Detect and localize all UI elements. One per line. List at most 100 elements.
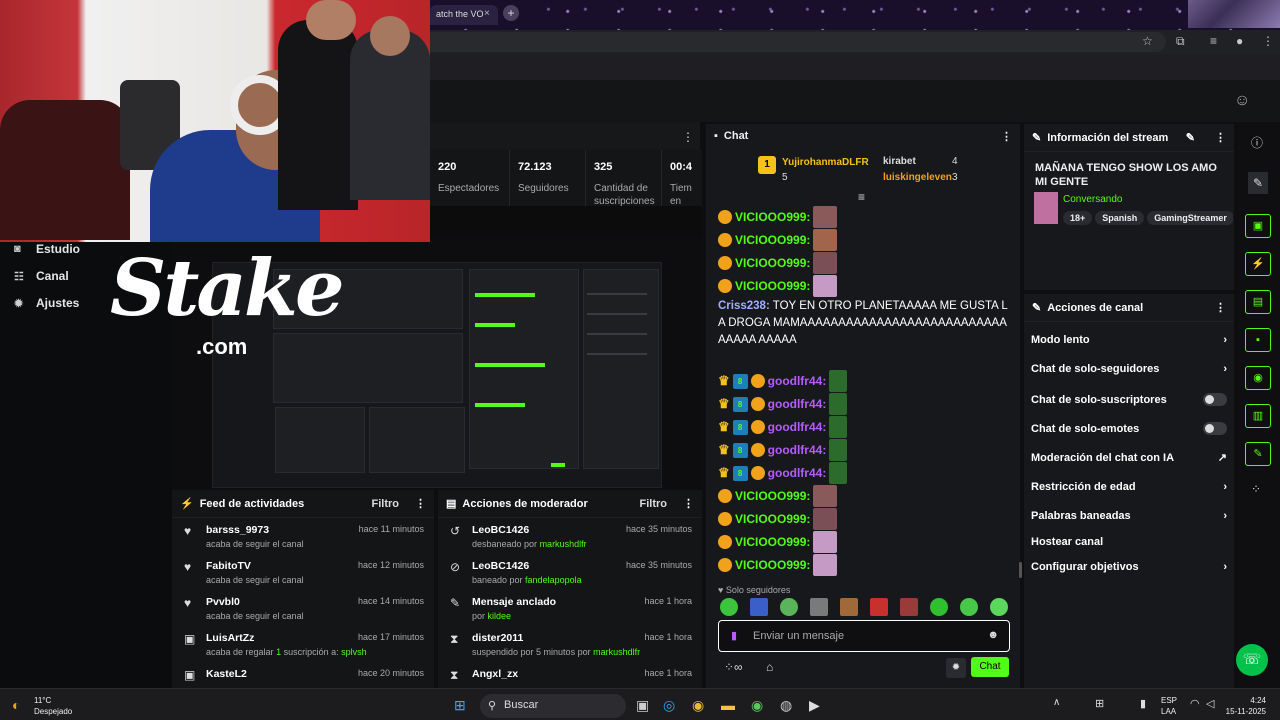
chat-scrollbar[interactable] bbox=[1019, 562, 1022, 578]
gift-target[interactable]: splvsh bbox=[341, 647, 367, 657]
category-thumbnail[interactable] bbox=[1034, 192, 1058, 224]
app-icon[interactable]: ◍ bbox=[780, 697, 792, 714]
kick-points-icon[interactable]: ⁘∞ bbox=[724, 660, 743, 674]
emote-icon[interactable] bbox=[720, 598, 738, 616]
action-banned-words[interactable]: Palabras baneadas › bbox=[1031, 510, 1227, 522]
action-host-channel[interactable]: Hostear canal bbox=[1031, 536, 1227, 548]
avatar[interactable]: ☺ bbox=[1234, 92, 1250, 110]
chat-message[interactable]: VICIOOO999: bbox=[718, 252, 838, 274]
chat-user[interactable]: goodlfr44: bbox=[768, 466, 827, 480]
list-item[interactable]: ♥ FabitoTV acaba de seguir el canal hace 12… bbox=[172, 554, 434, 590]
chat-message[interactable]: Criss238: TOY EN OTRO PLANETAAAAA ME GUS… bbox=[718, 298, 1010, 349]
chat-user[interactable]: VICIOOO999: bbox=[735, 558, 810, 572]
mic-icon[interactable]: ▮ bbox=[1140, 697, 1146, 710]
tag[interactable]: GamingStreamer bbox=[1147, 211, 1233, 225]
moderator-name[interactable]: markushdlfr bbox=[540, 539, 587, 549]
list-item[interactable]: ▣ KasteL2 hace 20 minutos bbox=[172, 662, 434, 682]
toggle-switch[interactable] bbox=[1203, 393, 1227, 406]
wrench-icon[interactable]: ✎ bbox=[1245, 442, 1271, 466]
action-goals[interactable]: Configurar objetivos › bbox=[1031, 561, 1227, 573]
taskbar-search[interactable]: ⚲ Buscar bbox=[480, 694, 626, 718]
filter-button[interactable]: Filtro bbox=[372, 498, 400, 510]
task-view-icon[interactable]: ▣ bbox=[636, 697, 649, 714]
close-tab-icon[interactable]: × bbox=[484, 8, 490, 19]
wifi-icon[interactable]: ◠ bbox=[1190, 697, 1200, 710]
document-icon[interactable]: ▤ bbox=[1245, 290, 1271, 314]
settings-gear-icon[interactable]: ✹ bbox=[946, 658, 966, 678]
leader-name[interactable]: kirabet bbox=[883, 156, 916, 167]
bookmark-star-icon[interactable]: ☆ bbox=[1142, 34, 1153, 48]
nav-settings[interactable]: ✹ Ajustes bbox=[14, 296, 79, 310]
leader-name[interactable]: luiskingeleven bbox=[883, 172, 952, 183]
list-item[interactable]: ⧗ dister2011 suspendido por 5 minutos por … bbox=[438, 626, 702, 662]
emote-icon[interactable] bbox=[810, 598, 828, 616]
language-indicator[interactable]: ESP LAA bbox=[1161, 695, 1177, 717]
action-emotes-only[interactable]: Chat de solo-emotes bbox=[1031, 422, 1227, 435]
weather-widget[interactable]: 11°C Despejado bbox=[34, 695, 72, 717]
list-item[interactable]: ⊘ LeoBC1426 baneado por fandelapopola hace … bbox=[438, 554, 702, 590]
chat-input[interactable]: ▮ Enviar un mensaje ☻ bbox=[718, 620, 1010, 652]
chat-user[interactable]: VICIOOO999: bbox=[735, 535, 810, 549]
filter-button[interactable]: Filtro bbox=[640, 498, 668, 510]
emote-icon[interactable] bbox=[900, 598, 918, 616]
bolt-icon[interactable]: ⚡ bbox=[1245, 252, 1271, 276]
emoji-icon[interactable]: ☻ bbox=[987, 629, 999, 641]
emote-icon[interactable] bbox=[930, 598, 948, 616]
kebab-icon[interactable]: ⋮ bbox=[415, 497, 426, 510]
action-followers-only[interactable]: Chat de solo-seguidores › bbox=[1031, 363, 1227, 375]
chat-message[interactable]: VICIOOO999: bbox=[718, 206, 838, 228]
chat-user[interactable]: VICIOOO999: bbox=[735, 210, 810, 224]
chat-message[interactable]: VICIOOO999: bbox=[718, 275, 838, 297]
volume-icon[interactable]: ◁ bbox=[1206, 697, 1214, 710]
nav-studio[interactable]: ◙ Estudio bbox=[14, 242, 80, 256]
chat-user[interactable]: VICIOOO999: bbox=[735, 279, 810, 293]
toggle-switch[interactable] bbox=[1203, 422, 1227, 435]
moderator-name[interactable]: kildee bbox=[488, 611, 512, 621]
emote-icon[interactable] bbox=[960, 598, 978, 616]
profile-icon[interactable]: ● bbox=[1236, 34, 1243, 48]
chat-message[interactable]: VICIOOO999: bbox=[718, 554, 838, 576]
emote-icon[interactable] bbox=[840, 598, 858, 616]
url-field[interactable] bbox=[430, 32, 1166, 52]
stats-menu-icon[interactable]: ⋮ bbox=[682, 130, 694, 144]
folder-icon[interactable]: ▬ bbox=[721, 697, 735, 713]
tag[interactable]: 18+ bbox=[1063, 211, 1093, 225]
category-name[interactable]: Conversando bbox=[1063, 194, 1122, 205]
store-icon[interactable]: ⌂ bbox=[766, 660, 773, 674]
kebab-icon[interactable]: ⋮ bbox=[1001, 130, 1012, 143]
moderator-name[interactable]: markushdlfr bbox=[593, 647, 640, 657]
chat-message[interactable]: VICIOOO999: bbox=[718, 531, 838, 553]
leader-name[interactable]: YujirohanmaDLFR bbox=[782, 157, 869, 168]
chat-message[interactable]: ♛ 8 goodlfr44: bbox=[718, 462, 848, 484]
broadcast-icon[interactable]: ◉ bbox=[1245, 366, 1271, 390]
help-button[interactable]: ☏ bbox=[1236, 644, 1268, 676]
chrome-active-icon[interactable]: ◉ bbox=[751, 697, 763, 714]
chat-message[interactable]: VICIOOO999: bbox=[718, 485, 838, 507]
new-tab-button[interactable]: + bbox=[503, 5, 519, 21]
list-item[interactable]: ▣ LuisArtZz acaba de regalar 1 suscripción… bbox=[172, 626, 434, 662]
chat-user[interactable]: VICIOOO999: bbox=[735, 233, 810, 247]
edit-icon[interactable]: ✎ bbox=[1248, 172, 1268, 194]
chat-message[interactable]: ♛ 8 goodlfr44: bbox=[718, 370, 848, 392]
mic-icon[interactable]: ▮ bbox=[731, 629, 737, 642]
clock[interactable]: 4:24 15-11-2025 bbox=[1224, 695, 1266, 717]
emote-icon[interactable] bbox=[780, 598, 798, 616]
chat-user[interactable]: VICIOOO999: bbox=[735, 256, 810, 270]
edit-icon[interactable]: ✎ bbox=[1186, 131, 1195, 144]
chat-message[interactable]: ♛ 8 goodlfr44: bbox=[718, 416, 848, 438]
chat-user[interactable]: goodlfr44: bbox=[768, 420, 827, 434]
action-slow-mode[interactable]: Modo lento › bbox=[1031, 334, 1227, 346]
action-age-restriction[interactable]: Restricción de edad › bbox=[1031, 481, 1227, 493]
collapse-icon[interactable]: ≡ bbox=[858, 190, 865, 204]
action-ai-moderation[interactable]: Moderación del chat con IA ↗ bbox=[1031, 451, 1227, 465]
list-item[interactable]: ✎ Mensaje anclado por kildee hace 1 hora bbox=[438, 590, 702, 626]
moderator-name[interactable]: fandelapopola bbox=[525, 575, 582, 585]
emote-icon[interactable] bbox=[750, 598, 768, 616]
kebab-icon[interactable]: ⋮ bbox=[1215, 301, 1226, 314]
list-item[interactable]: ♥ barsss_9973 acaba de seguir el canal hace… bbox=[172, 518, 434, 554]
chat-message[interactable]: VICIOOO999: bbox=[718, 508, 838, 530]
chat-user[interactable]: goodlfr44: bbox=[768, 443, 827, 457]
chevron-up-icon[interactable]: ∧ bbox=[1053, 697, 1060, 708]
nav-channel[interactable]: ☷ Canal bbox=[14, 269, 69, 283]
action-subs-only[interactable]: Chat de solo-suscriptores bbox=[1031, 393, 1227, 406]
